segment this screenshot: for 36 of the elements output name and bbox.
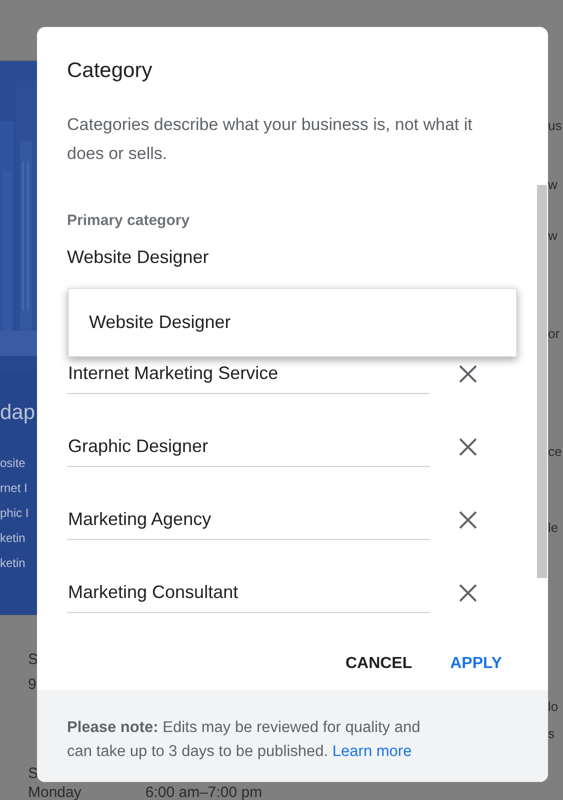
close-icon[interactable] xyxy=(459,438,477,456)
category-field[interactable]: Graphic Designer xyxy=(67,426,430,467)
page-text: ce xyxy=(548,444,563,460)
primary-category-field[interactable]: Website Designer xyxy=(67,247,518,268)
page-text: le xyxy=(548,520,560,536)
category-field[interactable]: Marketing Consultant xyxy=(67,572,430,613)
page-text: 9 xyxy=(27,676,37,693)
dialog-description: Categories describe what your business is, not what it does or sells. xyxy=(67,114,474,165)
page-text: or xyxy=(548,326,561,342)
hours-day: Monday xyxy=(28,785,82,800)
dialog-button[interactable]: APPLY xyxy=(448,651,504,677)
page-text: s xyxy=(548,726,556,742)
hours-time: 6:00 am–7:00 pm xyxy=(145,785,262,800)
note-text: Please note: Edits may be reviewed for quality and can take up to 3 days to be published. Learn more xyxy=(67,718,422,762)
banner-text: phic I xyxy=(0,505,30,522)
close-icon[interactable] xyxy=(459,584,477,602)
banner-text: ketin xyxy=(0,530,26,547)
close-icon[interactable] xyxy=(459,364,477,382)
page-text: w xyxy=(548,228,558,244)
suggestion-item[interactable]: Website Designer xyxy=(89,312,231,333)
dialog-button[interactable]: CANCEL xyxy=(343,651,414,677)
close-icon[interactable] xyxy=(459,510,477,528)
page-text: us xyxy=(548,118,563,134)
page-text: S xyxy=(27,651,37,668)
page-text: lo xyxy=(548,699,560,715)
banner-heading: dap xyxy=(0,401,36,425)
banner-text: osite xyxy=(0,455,26,472)
banner-text: rnet I xyxy=(0,480,28,497)
category-field[interactable]: Marketing Agency xyxy=(67,499,430,540)
page-text: S xyxy=(27,765,37,782)
page-text: w xyxy=(548,177,558,193)
scrollbar-thumb[interactable] xyxy=(537,185,547,578)
field-label: Primary category xyxy=(67,212,191,229)
dialog-title: Category xyxy=(67,59,154,83)
banner-text: ketin xyxy=(0,555,26,572)
learn-more-link[interactable]: Learn more xyxy=(332,743,412,760)
